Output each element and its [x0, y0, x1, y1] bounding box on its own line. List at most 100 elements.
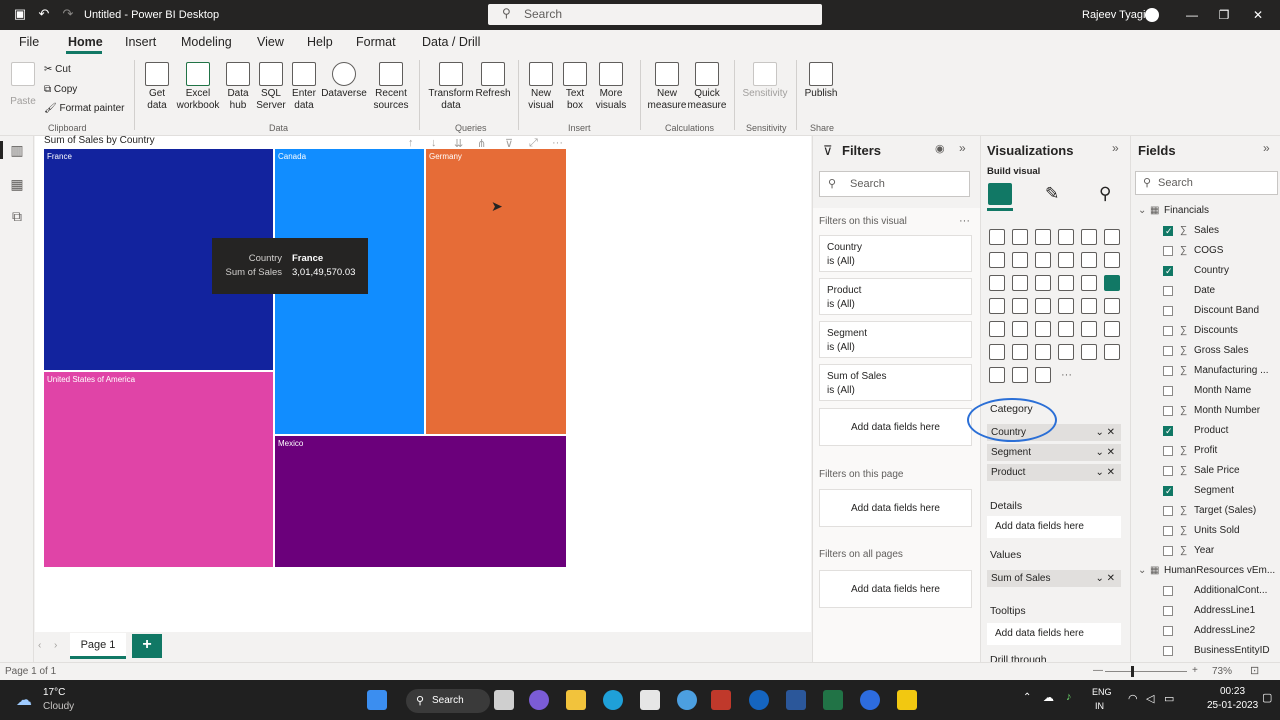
- stacked-bar-visual-icon[interactable]: [989, 229, 1005, 245]
- text-box-button[interactable]: Text box: [560, 62, 590, 112]
- enter-data-button[interactable]: Enter data: [289, 62, 319, 112]
- stacked-area-visual-icon[interactable]: [1035, 252, 1051, 268]
- key-influencers-visual-icon[interactable]: [989, 344, 1005, 360]
- new-visual-button[interactable]: New visual: [525, 62, 557, 112]
- tile-germany[interactable]: Germany: [426, 149, 566, 434]
- table-humanresources[interactable]: ⌄ ▦ HumanResources vEm...: [1138, 563, 1275, 579]
- treemap-chart[interactable]: France Canada Germany United States of A…: [44, 149, 566, 567]
- tab-file[interactable]: File: [19, 35, 39, 49]
- next-page-icon[interactable]: ›: [54, 640, 57, 651]
- field-item[interactable]: ∑ Discounts: [1138, 323, 1272, 339]
- clustered-column-visual-icon[interactable]: [1058, 229, 1074, 245]
- field-item[interactable]: ∑ Sales: [1138, 223, 1272, 239]
- tab-data-drill[interactable]: Data / Drill: [422, 35, 480, 49]
- page-tab[interactable]: Page 1: [70, 633, 126, 659]
- mcafee-icon[interactable]: [711, 690, 731, 710]
- field-item[interactable]: AdditionalCont...: [1138, 583, 1272, 599]
- collapse-icon[interactable]: »: [1263, 141, 1270, 155]
- report-view-icon[interactable]: ▥: [9, 142, 25, 158]
- tooltips-add-field[interactable]: Add data fields here: [987, 623, 1121, 645]
- field-item[interactable]: ∑ Profit: [1138, 443, 1272, 459]
- file-explorer-icon[interactable]: [566, 690, 586, 710]
- 100-column-visual-icon[interactable]: [1104, 229, 1120, 245]
- collapse-icon[interactable]: »: [959, 141, 966, 155]
- field-checkbox[interactable]: [1163, 626, 1173, 636]
- new-measure-button[interactable]: New measure: [647, 62, 687, 112]
- gauge-visual-icon[interactable]: [1058, 298, 1074, 314]
- task-view-icon[interactable]: [494, 690, 514, 710]
- azure-map-visual-icon[interactable]: [1035, 298, 1051, 314]
- field-checkbox[interactable]: [1163, 246, 1173, 256]
- field-checkbox[interactable]: [1163, 506, 1173, 516]
- remove-field-icon[interactable]: ⌄ ✕: [1095, 424, 1115, 441]
- excel-workbook-button[interactable]: Excel workbook: [175, 62, 221, 112]
- clustered-bar-visual-icon[interactable]: [1035, 229, 1051, 245]
- notification-icon[interactable]: ▢: [1262, 691, 1272, 704]
- get-data-button[interactable]: Get data: [141, 62, 173, 112]
- search-input[interactable]: ⚲ Search: [488, 4, 822, 25]
- line-visual-icon[interactable]: [989, 252, 1005, 268]
- field-item[interactable]: Date: [1138, 283, 1272, 299]
- field-item[interactable]: ∑ Manufacturing ...: [1138, 363, 1272, 379]
- decomposition-tree-visual-icon[interactable]: [1012, 344, 1028, 360]
- data-view-icon[interactable]: ▦: [9, 176, 25, 192]
- slicer-visual-icon[interactable]: [1012, 321, 1028, 337]
- zoom-out-icon[interactable]: —: [1093, 665, 1103, 676]
- field-checkbox[interactable]: [1163, 346, 1173, 356]
- field-item[interactable]: ∑ Month Number: [1138, 403, 1272, 419]
- redo-icon[interactable]: ↷: [60, 6, 76, 22]
- remove-field-icon[interactable]: ⌄ ✕: [1095, 464, 1115, 481]
- tab-insert[interactable]: Insert: [125, 35, 156, 49]
- add-page-button[interactable]: +: [132, 634, 162, 658]
- filters-search-input[interactable]: ⚲ Search: [819, 171, 970, 197]
- collapse-icon[interactable]: »: [1112, 141, 1119, 155]
- power-automate-visual-icon[interactable]: [989, 367, 1005, 383]
- more-options-icon[interactable]: ···: [959, 215, 970, 227]
- field-item[interactable]: ∑ COGS: [1138, 243, 1272, 259]
- teams-icon[interactable]: [529, 690, 549, 710]
- kpi-visual-icon[interactable]: [989, 321, 1005, 337]
- more-visuals-button[interactable]: More visuals: [592, 62, 630, 112]
- field-checkbox[interactable]: [1163, 223, 1173, 239]
- chevron-down-icon[interactable]: ⌄: [1138, 203, 1146, 219]
- mic-icon[interactable]: ♪: [1066, 691, 1072, 703]
- field-item[interactable]: ∑ Gross Sales: [1138, 343, 1272, 359]
- tab-view[interactable]: View: [257, 35, 284, 49]
- paginated-visual-icon[interactable]: [1081, 344, 1097, 360]
- custom-visual-icon[interactable]: [1035, 367, 1051, 383]
- fit-to-page-icon[interactable]: ⊡: [1250, 664, 1259, 677]
- line-column-visual-icon[interactable]: [1058, 252, 1074, 268]
- analytics-icon[interactable]: ⚲: [1099, 184, 1111, 204]
- zoom-slider-thumb[interactable]: [1131, 666, 1134, 677]
- publish-button[interactable]: Publish: [802, 62, 840, 100]
- keyboard-layout[interactable]: IN: [1095, 701, 1104, 711]
- field-checkbox[interactable]: [1163, 546, 1173, 556]
- tile-mexico[interactable]: Mexico: [275, 436, 566, 567]
- tray-chevron-icon[interactable]: ⌃: [1023, 692, 1031, 703]
- cut-button[interactable]: ✂ Cut: [44, 64, 71, 75]
- chrome-icon[interactable]: [677, 690, 697, 710]
- undo-icon[interactable]: ↶: [36, 6, 52, 22]
- field-item[interactable]: BusinessEntityID: [1138, 643, 1272, 659]
- filter-card-segment[interactable]: Segment is (All): [819, 321, 972, 358]
- paste-button[interactable]: Paste: [10, 62, 36, 108]
- restore-icon[interactable]: ❐: [1212, 6, 1236, 24]
- prev-page-icon[interactable]: ‹: [38, 640, 41, 651]
- multi-row-card-visual-icon[interactable]: [1104, 298, 1120, 314]
- build-visual-icon[interactable]: [988, 183, 1012, 205]
- more-visuals-icon[interactable]: ···: [1061, 369, 1072, 381]
- map-visual-icon[interactable]: [989, 298, 1005, 314]
- store-icon[interactable]: [640, 690, 660, 710]
- narrative-visual-icon[interactable]: [1058, 344, 1074, 360]
- power-bi-icon[interactable]: [897, 690, 917, 710]
- model-view-icon[interactable]: ⧉: [9, 208, 25, 224]
- field-item[interactable]: ∑ Target (Sales): [1138, 503, 1272, 519]
- excel-icon[interactable]: [823, 690, 843, 710]
- category-field-product[interactable]: Product ⌄ ✕: [987, 464, 1121, 481]
- recent-sources-button[interactable]: Recent sources: [369, 62, 413, 112]
- word-icon[interactable]: [786, 690, 806, 710]
- field-item[interactable]: Segment: [1138, 483, 1272, 499]
- field-checkbox[interactable]: [1163, 466, 1173, 476]
- tab-home[interactable]: Home: [68, 35, 103, 49]
- table-financials[interactable]: ⌄ ▦ Financials: [1138, 203, 1272, 219]
